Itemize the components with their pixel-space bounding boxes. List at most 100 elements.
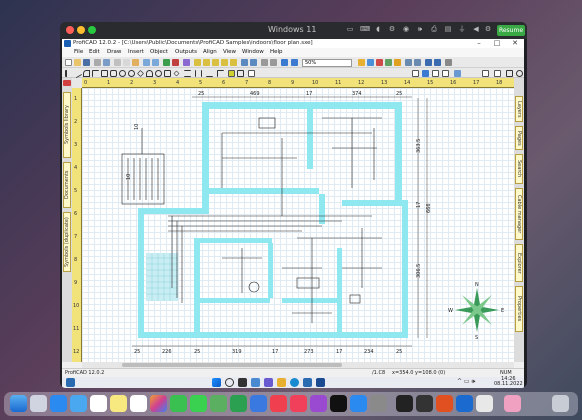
maps-icon[interactable] xyxy=(210,395,227,412)
pie-tool-icon[interactable] xyxy=(155,70,162,77)
polygon-tool-icon[interactable] xyxy=(137,70,144,77)
tab-documents[interactable]: Documents xyxy=(63,162,71,208)
bezier-tool-icon[interactable] xyxy=(146,70,153,77)
menu-edit[interactable]: Edit xyxy=(89,49,100,55)
usb-icon[interactable]: ⏚ xyxy=(458,25,466,34)
front-icon[interactable] xyxy=(241,59,248,66)
zoom-select[interactable]: 50% xyxy=(302,59,352,67)
align-center-icon[interactable] xyxy=(203,59,210,66)
messages-icon[interactable] xyxy=(190,395,207,412)
proficad-icon[interactable] xyxy=(316,378,325,387)
line-style-icon[interactable] xyxy=(237,70,244,77)
component-icon[interactable] xyxy=(385,59,392,66)
menu-outputs[interactable]: Outputs xyxy=(175,49,197,55)
camera-icon[interactable]: ◉ xyxy=(402,25,410,34)
activity-icon[interactable] xyxy=(416,395,433,412)
menu-align[interactable]: Align xyxy=(203,49,217,55)
ortho-icon[interactable] xyxy=(506,70,513,77)
photos-icon[interactable] xyxy=(150,395,167,412)
pin-icon[interactable] xyxy=(63,80,71,86)
wire-tool-icon[interactable] xyxy=(206,70,213,77)
printer-icon[interactable]: ⎙ xyxy=(430,25,438,34)
align-right-icon[interactable] xyxy=(212,59,219,66)
report-icon[interactable] xyxy=(405,59,412,66)
taskview-left-icon[interactable] xyxy=(66,378,75,387)
drawing-canvas[interactable]: 25 469 17 374 25 25 226 25 319 17 273 17… xyxy=(82,88,514,362)
cable-icon[interactable] xyxy=(367,59,374,66)
safari-icon[interactable] xyxy=(50,395,67,412)
tab-properties[interactable]: Properties xyxy=(515,286,523,332)
tab-pages[interactable]: Pages xyxy=(515,126,523,150)
tab-symbols-library[interactable]: Symbols library xyxy=(63,92,71,158)
select-icon[interactable] xyxy=(412,70,419,77)
menu-object[interactable]: Object xyxy=(150,49,168,55)
keynote-icon[interactable] xyxy=(250,395,267,412)
resume-button[interactable]: Resume xyxy=(497,25,525,36)
zoom-icon[interactable] xyxy=(291,59,298,66)
tab-explorer[interactable]: Explorer xyxy=(515,244,523,282)
print-icon[interactable] xyxy=(94,59,101,66)
notes-icon[interactable] xyxy=(110,395,127,412)
trash-icon[interactable] xyxy=(552,395,569,412)
tv-icon[interactable] xyxy=(330,395,347,412)
dimension-tool-icon[interactable] xyxy=(184,70,191,77)
search-icon[interactable] xyxy=(225,378,234,387)
cable-tool-icon[interactable] xyxy=(217,70,224,77)
net-icon[interactable] xyxy=(454,70,461,77)
cut-icon[interactable] xyxy=(114,59,121,66)
maximize-button[interactable]: □ xyxy=(490,39,504,48)
undo-icon[interactable] xyxy=(143,59,150,66)
reminders-icon[interactable] xyxy=(130,395,147,412)
group-icon[interactable] xyxy=(261,59,268,66)
polyline-tool-icon[interactable] xyxy=(92,70,99,77)
tab-search[interactable]: Search xyxy=(515,154,523,184)
numbering-icon[interactable] xyxy=(434,59,441,66)
facetime-icon[interactable] xyxy=(170,395,187,412)
paste-icon[interactable] xyxy=(132,59,139,66)
calendar-icon[interactable] xyxy=(90,395,107,412)
windows-icon[interactable] xyxy=(456,395,473,412)
grid-view-icon[interactable] xyxy=(442,70,449,77)
zoom-fit-icon[interactable] xyxy=(281,59,288,66)
redo-icon[interactable] xyxy=(152,59,159,66)
tab-cable-manager[interactable]: Cable manager xyxy=(515,188,523,240)
browser-icon[interactable] xyxy=(504,395,521,412)
magnet-icon[interactable] xyxy=(494,70,501,77)
list-icon[interactable] xyxy=(432,70,439,77)
align-bottom-icon[interactable] xyxy=(230,59,237,66)
pointer-icon[interactable] xyxy=(422,70,429,77)
launchpad-icon[interactable] xyxy=(30,395,47,412)
music-icon[interactable] xyxy=(290,395,307,412)
star-icon[interactable] xyxy=(394,59,401,66)
menu-draw[interactable]: Draw xyxy=(107,49,121,55)
vertical-dimension-icon[interactable] xyxy=(195,70,202,77)
settings-icon[interactable]: ⚙ xyxy=(388,25,396,34)
minimize-dot-icon[interactable] xyxy=(77,26,85,34)
close-button[interactable]: ✕ xyxy=(508,39,522,48)
menu-window[interactable]: Window xyxy=(242,49,264,55)
menu-file[interactable]: File xyxy=(74,49,83,55)
save-icon[interactable] xyxy=(83,59,90,66)
close-dot-icon[interactable] xyxy=(66,26,74,34)
folder-icon[interactable]: ▤ xyxy=(444,25,452,34)
zoom-dot-icon[interactable] xyxy=(88,26,96,34)
finder-icon[interactable] xyxy=(10,395,27,412)
settings-icon[interactable] xyxy=(370,395,387,412)
back-icon[interactable]: ◀ xyxy=(472,25,480,34)
office-icon[interactable] xyxy=(436,395,453,412)
start-icon[interactable] xyxy=(212,378,221,387)
print-preview-icon[interactable] xyxy=(103,59,110,66)
symbol-icon[interactable] xyxy=(172,59,179,66)
mouse-icon[interactable]: ◖ xyxy=(374,25,382,34)
fill-color-icon[interactable] xyxy=(228,70,235,77)
snap-icon[interactable] xyxy=(516,70,523,77)
align-left-icon[interactable] xyxy=(194,59,201,66)
options-icon[interactable] xyxy=(445,59,452,66)
rounded-rect-tool-icon[interactable] xyxy=(110,70,117,77)
sharing-icon[interactable]: ⚙ xyxy=(484,25,492,34)
clock[interactable]: 14:26 08.11.2022 xyxy=(494,377,523,387)
ellipse-tool-icon[interactable] xyxy=(119,70,126,77)
new-file-icon[interactable] xyxy=(65,59,72,66)
file-explorer-icon[interactable] xyxy=(277,378,286,387)
folder-open-icon[interactable] xyxy=(358,59,365,66)
